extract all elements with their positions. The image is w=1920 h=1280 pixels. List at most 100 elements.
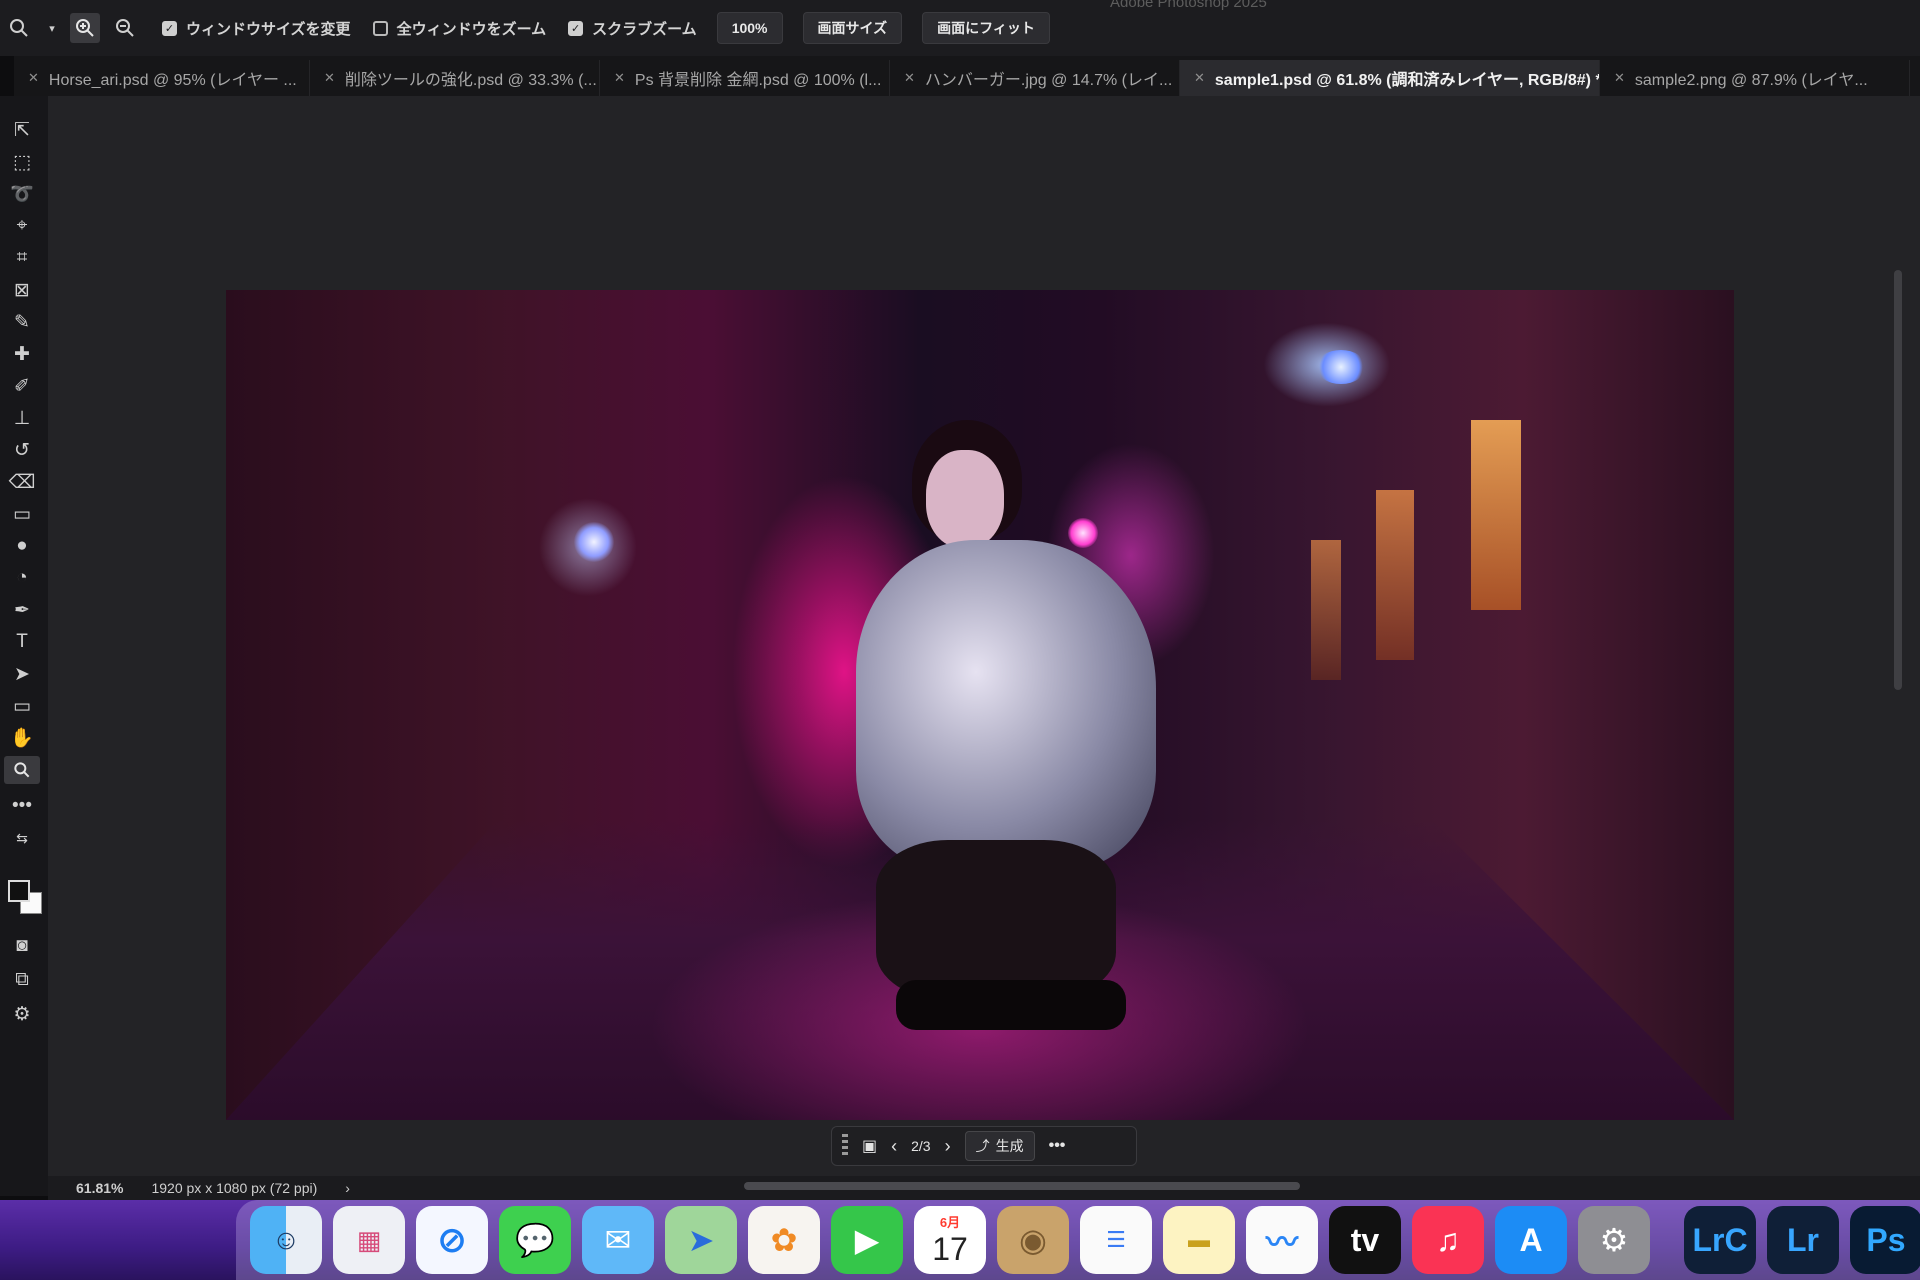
document-info: 1920 px x 1080 px (72 ppi) [151,1180,318,1196]
freeform-icon[interactable]: 〰 [1246,1206,1318,1274]
mail-icon[interactable]: ✉ [582,1206,654,1274]
eyedropper-tool-icon[interactable]: ✎ [4,308,40,336]
reminders-icon[interactable]: ☰ [1080,1206,1152,1274]
rectangle-tool-icon[interactable]: ▭ [4,692,40,720]
close-icon[interactable]: ✕ [904,70,915,86]
tab-label: sample2.png @ 87.9% (レイヤ... [1634,72,1868,89]
document-tab[interactable]: ✕ Ps 背景削除 金網.psd @ 100% (l... [600,60,890,96]
options-bar: Adobe Photoshop 2025 ▾ ✓ ウィンドウサイズを変更 全ウィ… [0,0,1920,56]
document-image[interactable] [226,290,1734,1120]
system-settings-icon[interactable]: ⚙ [1578,1206,1650,1274]
tab-label: 削除ツールの強化.psd @ 33.3% (... [344,72,597,89]
contacts-icon[interactable]: ◉ [997,1206,1069,1274]
healing-brush-tool-icon[interactable]: ✚ [4,340,40,368]
eraser-tool-icon[interactable]: ⌫ [4,468,40,496]
document-tabs: ✕ Horse_ari.psd @ 95% (レイヤー ... ✕ 削除ツールの強化… [14,56,1920,96]
subject-legs [876,840,1116,1000]
document-tab[interactable]: ✕ 削除ツールの強化.psd @ 33.3% (... [310,60,600,96]
zoom-tool-icon[interactable] [4,756,40,784]
more-tools-icon[interactable]: ••• [4,792,40,820]
variation-page-indicator: 2/3 [911,1138,931,1154]
document-tab[interactable]: ✕ Horse_ari.psd @ 95% (レイヤー ... [14,60,310,96]
object-selection-tool-icon[interactable]: ⌖ [4,212,40,240]
calendar-icon[interactable]: 6月 17 [914,1206,986,1274]
contextual-task-bar: ▣ ‹ 2/3 › ⤴ 生成 ••• [831,1126,1137,1166]
chevron-down-icon[interactable]: ▾ [44,13,60,43]
swap-colors-icon[interactable]: ⇆ [4,824,40,852]
lightroom-icon[interactable]: Lr [1767,1206,1839,1274]
zoom-out-icon[interactable] [110,13,140,43]
fit-screen-size-button[interactable]: 画面サイズ [802,12,903,44]
pen-tool-icon[interactable]: ✒ [4,596,40,624]
move-tool-icon[interactable]: ⇱ [4,116,40,144]
hand-tool-icon[interactable]: ✋ [4,724,40,752]
type-tool-icon[interactable]: T [4,628,40,656]
frame-tool-icon[interactable]: ⊠ [4,276,40,304]
maps-icon[interactable]: ➤ [665,1206,737,1274]
generate-button[interactable]: ⤴ 生成 [964,1131,1035,1161]
tab-label: Horse_ari.psd @ 95% (レイヤー ... [48,72,297,89]
gradient-tool-icon[interactable]: ▭ [4,500,40,528]
path-selection-tool-icon[interactable]: ➤ [4,660,40,688]
lasso-tool-icon[interactable]: ➰ [4,180,40,208]
resize-windows-checkbox[interactable]: ✓ ウィンドウサイズを変更 [162,18,351,39]
zoom-all-windows-checkbox[interactable]: 全ウィンドウをズーム [372,18,546,39]
photos-icon[interactable]: ✿ [748,1206,820,1274]
scrubby-zoom-checkbox[interactable]: ✓ スクラブズーム [568,18,697,39]
close-icon[interactable]: ✕ [1614,70,1625,86]
marquee-tool-icon[interactable]: ⬚ [4,148,40,176]
color-swatches[interactable] [6,878,46,918]
horizontal-scrollbar[interactable] [744,1182,1300,1190]
finder-icon[interactable]: ☺ [250,1206,322,1274]
music-icon[interactable]: ♫ [1412,1206,1484,1274]
close-icon[interactable]: ✕ [614,70,625,86]
photoshop-icon[interactable]: Ps [1850,1206,1920,1274]
chevron-right-icon[interactable]: › [945,1136,951,1157]
subject-boots [896,980,1126,1030]
lightroom-classic-icon[interactable]: LrC [1684,1206,1756,1274]
more-options-icon[interactable]: ••• [1049,1137,1066,1155]
tools-panel: ⇱ ⬚ ➰ ⌖ ⌗ ⊠ ✎ ✚ ✐ ⊥ ↺ ⌫ ▭ ● ◔ ✒ T ➤ ▭ ✋ … [0,96,48,1196]
app-store-icon[interactable]: A [1495,1206,1567,1274]
brush-tool-icon[interactable]: ✐ [4,372,40,400]
edit-toolbar-icon[interactable]: ⚙ [4,1000,40,1028]
dodge-tool-icon[interactable]: ◔ [4,564,40,592]
safari-icon[interactable]: ⊘ [416,1206,488,1274]
history-brush-tool-icon[interactable]: ↺ [4,436,40,464]
close-icon[interactable]: ✕ [324,70,335,86]
foreground-color-swatch[interactable] [8,880,30,902]
screen-mode-icon[interactable]: ⧉ [4,966,40,994]
checkbox-box [372,20,388,36]
facetime-icon[interactable]: ▶ [831,1206,903,1274]
lr-label: Lr [1787,1221,1819,1258]
zoom-tool-preset-icon[interactable] [4,13,34,43]
document-tab[interactable]: ✕ ハンバーガー.jpg @ 14.7% (レイ... [890,60,1180,96]
zoom-in-icon[interactable] [70,13,100,43]
fit-to-screen-button[interactable]: 画面にフィット [922,12,1050,44]
blur-tool-icon[interactable]: ● [4,532,40,560]
lit-window [1471,420,1521,610]
street-lamp [1316,350,1366,384]
clone-stamp-tool-icon[interactable]: ⊥ [4,404,40,432]
document-tab-active[interactable]: ✕ sample1.psd @ 61.8% (調和済みレイヤー, RGB/8#) … [1180,60,1600,96]
checkbox-label: スクラブズーム [592,20,697,38]
notes-icon[interactable]: ▬ [1163,1206,1235,1274]
drag-handle-icon[interactable] [842,1134,848,1158]
close-icon[interactable]: ✕ [1194,70,1205,86]
messages-icon[interactable]: 💬 [499,1206,571,1274]
quick-mask-icon[interactable]: ◙ [4,932,40,960]
crop-tool-icon[interactable]: ⌗ [4,244,40,272]
launchpad-icon[interactable]: ▦ [333,1206,405,1274]
zoom-level[interactable]: 61.81% [76,1180,123,1196]
checkbox-box: ✓ [568,20,584,36]
close-icon[interactable]: ✕ [28,70,39,86]
calendar-day: 17 [932,1231,968,1267]
zoom-100-button[interactable]: 100% [716,12,783,44]
variations-icon[interactable]: ▣ [862,1136,877,1156]
apple-tv-icon[interactable]: tv [1329,1206,1401,1274]
chevron-right-icon[interactable]: › [345,1180,350,1196]
vertical-scrollbar[interactable] [1894,270,1902,690]
subject-face [926,450,1004,548]
document-tab[interactable]: ✕ sample2.png @ 87.9% (レイヤ... [1600,60,1910,96]
chevron-left-icon[interactable]: ‹ [891,1136,897,1157]
